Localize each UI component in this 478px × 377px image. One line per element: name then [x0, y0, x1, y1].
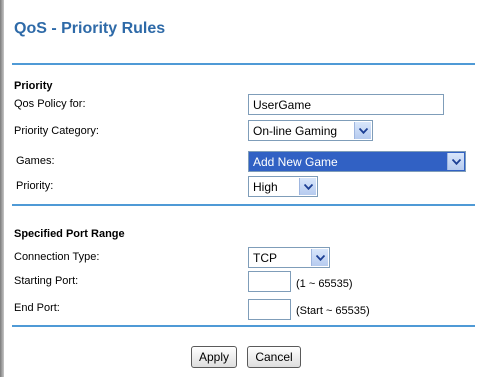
divider-middle: [12, 204, 475, 206]
connection-type-value: TCP: [253, 251, 277, 265]
port-section-heading: Specified Port Range: [14, 228, 125, 240]
divider-bottom: [12, 325, 475, 327]
policy-label: Qos Policy for:: [14, 98, 86, 110]
priority-section-heading: Priority: [14, 80, 53, 92]
chevron-down-icon: [447, 153, 464, 170]
games-label: Games:: [16, 155, 55, 167]
starting-port-input[interactable]: [248, 271, 291, 292]
connection-type-select[interactable]: TCP: [248, 247, 330, 268]
starting-port-label: Starting Port:: [14, 275, 79, 287]
cancel-button[interactable]: Cancel: [247, 346, 301, 368]
games-select[interactable]: Add New Game: [248, 151, 466, 172]
policy-name-input[interactable]: [248, 94, 444, 115]
games-select-value: Add New Game: [253, 155, 338, 169]
priority-select[interactable]: High: [248, 176, 318, 197]
chevron-down-icon: [299, 178, 316, 195]
end-port-input[interactable]: [248, 299, 291, 320]
priority-select-value: High: [253, 180, 278, 194]
divider-top: [12, 63, 475, 65]
priority-label: Priority:: [16, 180, 54, 192]
apply-button[interactable]: Apply: [191, 346, 237, 368]
starting-port-range-hint: (1 ~ 65535): [296, 278, 353, 290]
category-select[interactable]: On-line Gaming: [248, 120, 373, 141]
connection-type-label: Connection Type:: [14, 251, 100, 263]
category-label: Priority Category:: [14, 125, 99, 137]
chevron-down-icon: [311, 249, 328, 266]
chevron-down-icon: [354, 122, 371, 139]
window-frame-left: [0, 0, 4, 377]
page-title: QoS - Priority Rules: [14, 20, 166, 37]
end-port-label: End Port:: [14, 302, 60, 314]
category-select-value: On-line Gaming: [253, 124, 338, 138]
end-port-range-hint: (Start ~ 65535): [296, 305, 370, 317]
